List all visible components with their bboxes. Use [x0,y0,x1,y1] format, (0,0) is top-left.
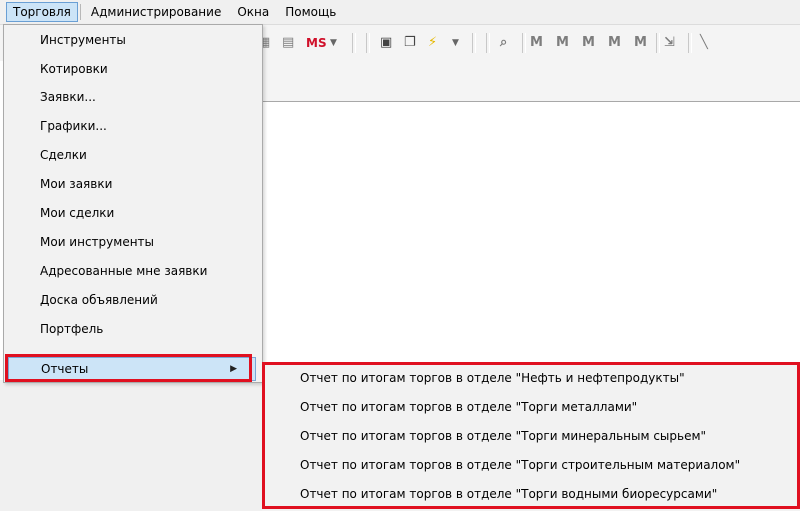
menu-bar: Торговля Администрирование Окна Помощь [0,0,800,25]
menu-item-my-orders[interactable]: Мои заявки [4,171,262,197]
toolbar-separator [688,33,692,53]
calculator-icon[interactable]: ▣ [380,33,392,53]
m1-icon[interactable]: M [530,33,543,53]
menu-item-bulletin-board[interactable]: Доска объявлений [4,287,262,313]
menu-help[interactable]: Помощь [277,2,344,22]
menu-item-addressed-orders[interactable]: Адресованные мне заявки [4,258,262,284]
toolbar-separator [366,33,370,53]
toolbar-separator [472,33,476,53]
submenu-item-minerals-report[interactable]: Отчет по итогам торгов в отделе "Торги м… [262,421,706,451]
dropdown-icon[interactable]: ▼ [452,33,459,53]
menu-item-deals[interactable]: Сделки [4,142,262,168]
menu-item-instruments[interactable]: Инструменты [4,27,262,53]
m2-icon[interactable]: M [556,33,569,53]
search-icon[interactable]: ⌕ [500,33,507,53]
m5-icon[interactable]: M [634,33,647,53]
menu-windows[interactable]: Окна [229,2,277,22]
submenu-item-bioresources-report[interactable]: Отчет по итогам торгов в отделе "Торги в… [262,479,717,509]
toolbar-separator [486,33,490,53]
reports-submenu: Отчет по итогам торгов в отделе "Нефть и… [262,363,800,511]
diagonal-line-icon[interactable]: ╲ [700,33,708,53]
submenu-item-construction-report[interactable]: Отчет по итогам торгов в отделе "Торги с… [262,450,740,480]
menu-item-portfolio[interactable]: Портфель [4,316,262,342]
menu-administration[interactable]: Администрирование [83,2,229,22]
copy-icon[interactable]: ❐ [404,33,416,53]
submenu-arrow-icon: ▶ [230,364,237,374]
menu-item-my-deals[interactable]: Мои сделки [4,200,262,226]
print-icon[interactable]: ▤ [282,33,294,53]
toolbar-separator [656,33,660,53]
menu-item-orders[interactable]: Заявки... [4,84,262,110]
menu-trading[interactable]: Торговля [6,2,78,22]
left-pane [0,380,262,511]
menu-item-quotes[interactable]: Котировки [4,56,262,82]
m3-icon[interactable]: M [582,33,595,53]
submenu-item-metals-report[interactable]: Отчет по итогам торгов в отделе "Торги м… [262,392,637,422]
menu-item-charts[interactable]: Графики... [4,113,262,139]
lightning-icon[interactable]: ⚡ [428,33,437,53]
menu-item-reports[interactable]: Отчеты ▶ [8,357,256,381]
menu-item-reports-label: Отчеты [41,362,89,376]
export-icon[interactable]: ⇲ [664,33,675,53]
menu-separator [79,4,81,20]
dropdown-icon[interactable]: ▼ [330,33,337,53]
submenu-item-oil-report[interactable]: Отчет по итогам торгов в отделе "Нефть и… [262,363,685,393]
m4-icon[interactable]: M [608,33,621,53]
menu-item-my-instruments[interactable]: Мои инструменты [4,229,262,255]
trading-menu: Инструменты Котировки Заявки... Графики.… [3,24,263,383]
toolbar-separator [522,33,526,53]
ms-icon[interactable]: MS [306,33,327,53]
toolbar-separator [352,33,356,53]
workspace-header [262,61,800,102]
